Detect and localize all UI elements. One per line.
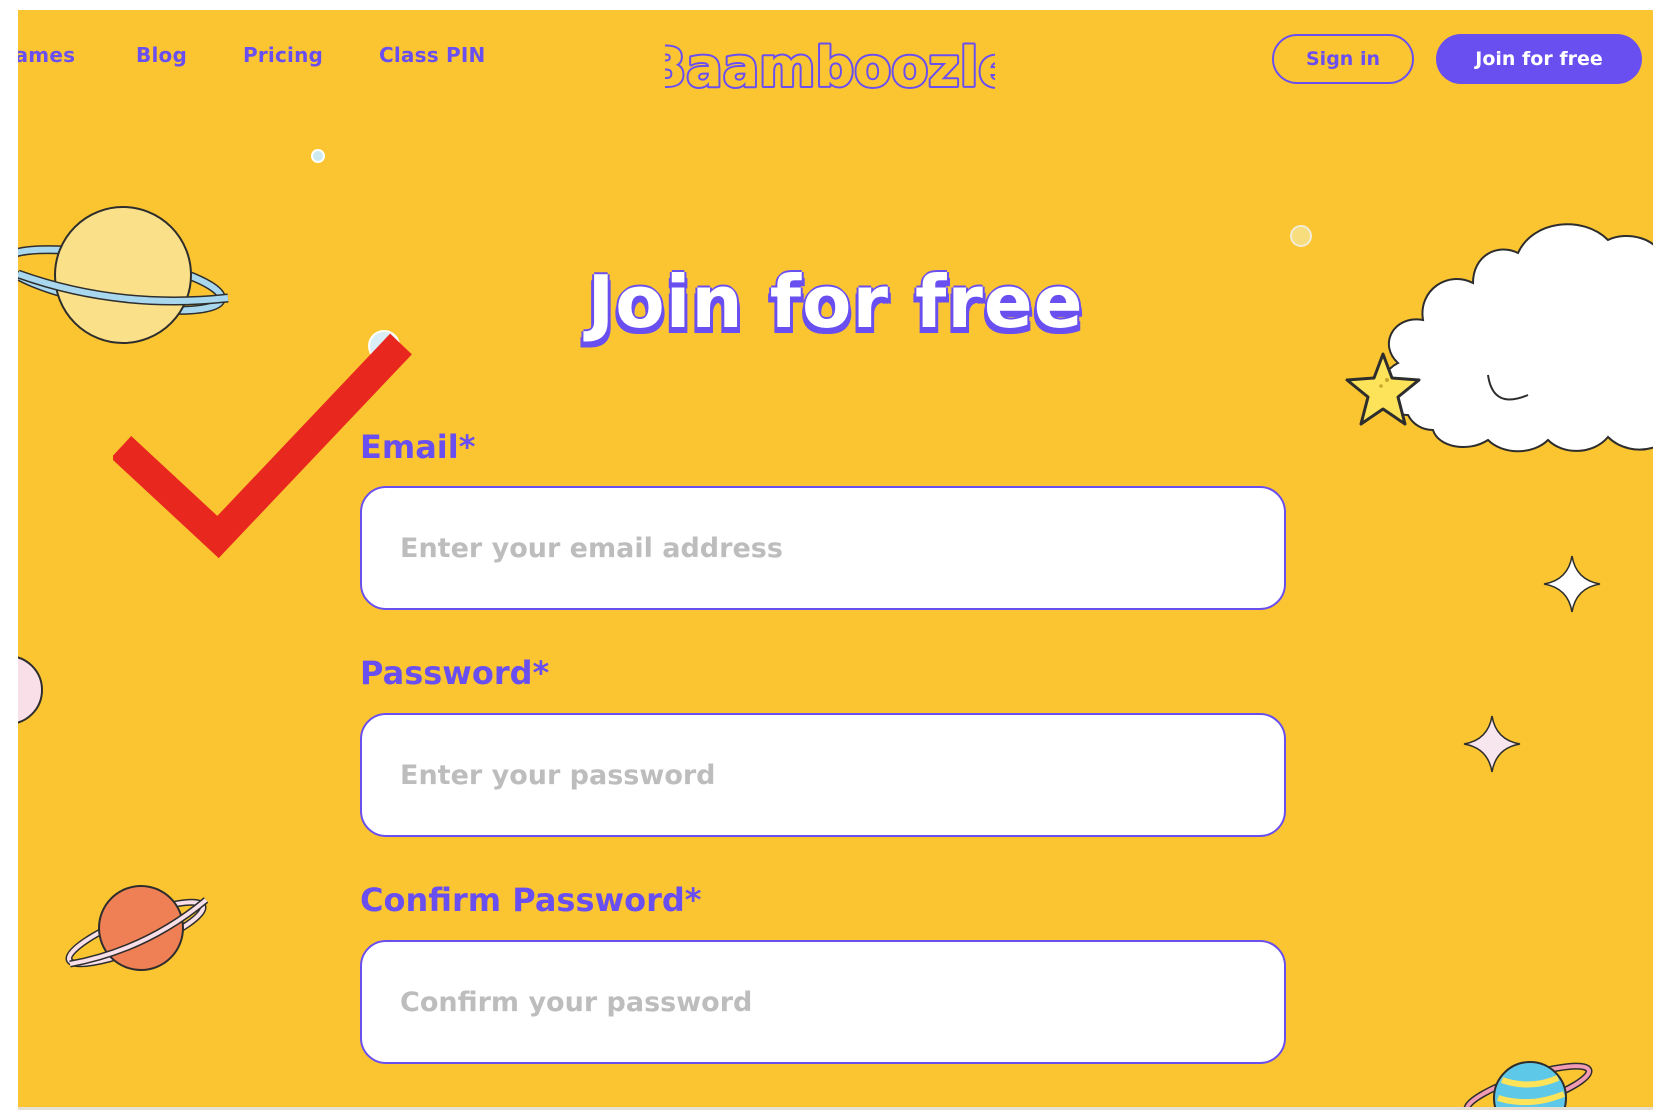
baamboozle-logo[interactable]: Baamboozle xyxy=(665,32,995,100)
dot-decoration-icon xyxy=(311,149,325,163)
sparkle-icon xyxy=(1463,715,1521,773)
sign-in-button[interactable]: Sign in xyxy=(1272,34,1414,84)
star-icon xyxy=(1345,352,1421,426)
dot-decoration-icon xyxy=(1290,225,1312,247)
password-label: Password* xyxy=(360,654,550,692)
email-input[interactable] xyxy=(360,486,1286,610)
password-input[interactable] xyxy=(360,713,1286,837)
planet-pink-partial-icon xyxy=(18,656,43,724)
nav-class-pin-link[interactable]: Class PIN xyxy=(379,43,485,67)
nav-games-link[interactable]: Games xyxy=(18,43,75,67)
logo-text: Baamboozle xyxy=(665,36,995,99)
page-title: Join for free xyxy=(587,260,1084,344)
join-for-free-header-button[interactable]: Join for free xyxy=(1436,34,1642,84)
planet-striped-icon xyxy=(1463,1061,1593,1110)
nav-blog-link[interactable]: Blog xyxy=(136,43,187,67)
planet-orange-icon xyxy=(65,885,209,971)
email-label: Email* xyxy=(360,428,476,466)
signup-page: Games Blog Pricing Class PIN Baamboozle … xyxy=(18,10,1653,1110)
page-bottom-edge xyxy=(18,1107,1653,1110)
nav-pricing-link[interactable]: Pricing xyxy=(243,43,323,67)
confirm-password-label: Confirm Password* xyxy=(360,881,702,919)
sparkle-icon xyxy=(1543,555,1601,613)
confirm-password-input[interactable] xyxy=(360,940,1286,1064)
